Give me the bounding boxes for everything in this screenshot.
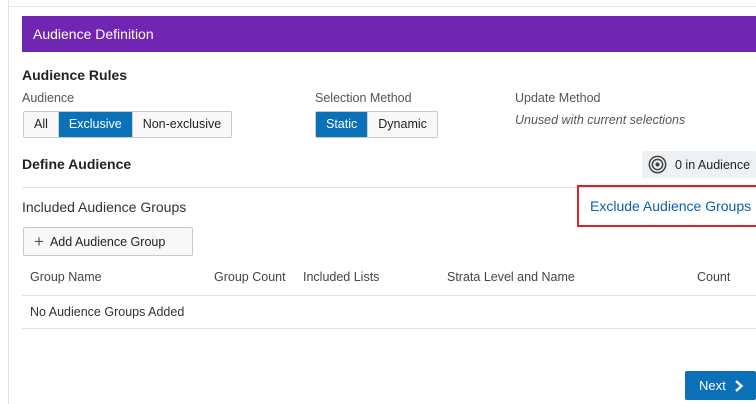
next-button[interactable]: Next	[685, 371, 756, 400]
selection-method-label: Selection Method	[315, 91, 412, 105]
panel-header: Audience Definition	[22, 16, 756, 52]
column-strata-level: Strata Level and Name	[447, 270, 575, 284]
audience-count-text: 0 in Audience	[675, 157, 751, 172]
column-group-name: Group Name	[30, 270, 102, 284]
table-bottom-divider	[22, 328, 756, 329]
left-border	[8, 0, 9, 404]
exclude-highlight-box: Exclude Audience Groups	[577, 185, 756, 227]
audience-count-badge: 0 in Audience	[642, 151, 756, 178]
column-group-count: Group Count	[214, 270, 286, 284]
column-count: Count	[697, 270, 731, 284]
audience-label: Audience	[22, 91, 75, 105]
audience-option-all[interactable]: All	[24, 112, 58, 137]
chevron-right-icon	[734, 379, 744, 392]
empty-table-message: No Audience Groups Added	[30, 305, 185, 319]
update-method-label: Update Method	[515, 91, 601, 105]
define-audience-title: Define Audience	[22, 156, 132, 172]
audience-option-exclusive[interactable]: Exclusive	[57, 112, 132, 137]
selection-method-segmented-control: Static Dynamic	[315, 111, 438, 138]
exclude-audience-groups-link[interactable]: Exclude Audience Groups	[590, 198, 751, 214]
selection-option-static[interactable]: Static	[316, 112, 368, 137]
add-audience-group-label: Add Audience Group	[49, 234, 166, 249]
next-label: Next	[699, 378, 726, 393]
table-header-divider	[22, 295, 756, 296]
audience-segmented-control: All Exclusive Non-exclusive	[23, 111, 233, 138]
update-method-note: Unused with current selections	[515, 113, 686, 127]
top-border	[8, 6, 756, 7]
target-icon	[648, 155, 667, 174]
add-audience-group-button[interactable]: + Add Audience Group	[23, 227, 193, 256]
column-included-lists: Included Lists	[303, 270, 380, 284]
included-groups-label: Included Audience Groups	[22, 199, 187, 215]
audience-option-non-exclusive[interactable]: Non-exclusive	[131, 112, 232, 137]
plus-icon: +	[34, 232, 44, 251]
selection-option-dynamic[interactable]: Dynamic	[367, 112, 437, 137]
audience-rules-title: Audience Rules	[22, 67, 128, 83]
panel-title: Audience Definition	[33, 26, 154, 42]
